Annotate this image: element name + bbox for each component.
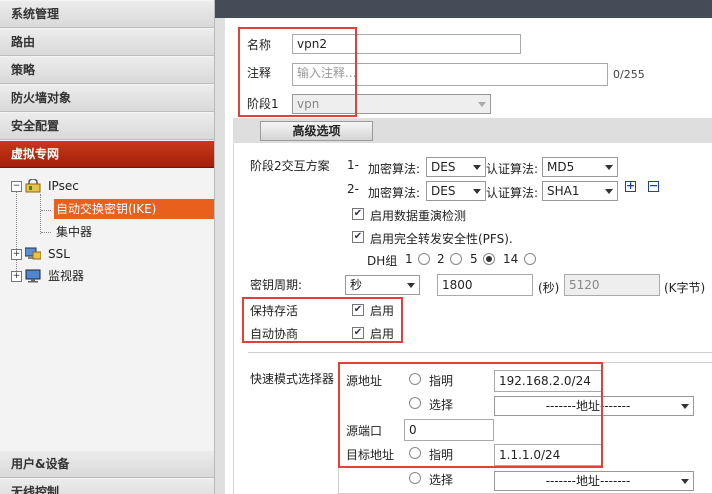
dropdown-arrow-icon <box>681 404 689 409</box>
tree-item-concentrator[interactable]: 集中器 <box>0 222 214 242</box>
menu-wireless-control[interactable]: 无线控制 <box>0 479 214 494</box>
tree-label-concentrator: 集中器 <box>56 225 93 239</box>
dropdown-arrow-icon <box>473 189 481 194</box>
add-proposal-icon[interactable]: + <box>625 180 636 192</box>
section-divider <box>248 352 712 353</box>
proposal-1-enc-value: DES <box>431 160 456 174</box>
dh-option-1-label: 1 <box>405 252 413 266</box>
dropdown-arrow-icon <box>605 189 613 194</box>
keylife-kbytes-input[interactable]: 5120 <box>564 274 660 296</box>
proposal-1-enc-label: 加密算法: <box>368 162 421 176</box>
splitter[interactable] <box>215 18 225 494</box>
quickmode-selector-label: 快速模式选择器 <box>250 372 335 386</box>
menu-user-device[interactable]: 用户&设备 <box>0 451 214 478</box>
highlight-box <box>238 27 357 117</box>
tree-label-ipsec: IPsec <box>48 179 79 193</box>
dst-addr-select-radio[interactable] <box>409 472 421 484</box>
ssl-icon <box>25 247 41 260</box>
dh-option-14-radio[interactable] <box>524 253 536 265</box>
remove-proposal-icon[interactable]: − <box>648 180 659 192</box>
dropdown-arrow-icon <box>473 165 481 170</box>
phase2-proposal-label: 阶段2交互方案 <box>250 159 330 173</box>
proposal-2-enc-label: 加密算法: <box>368 186 421 200</box>
proposal-1-number: 1- <box>347 158 359 172</box>
ipsec-icon <box>25 179 41 193</box>
top-bar <box>215 0 712 18</box>
menu-security-profiles[interactable]: 安全配置 <box>0 113 214 140</box>
tree-line <box>41 210 51 211</box>
highlight-box <box>242 297 403 343</box>
dst-addr-object-value: -------地址------- <box>545 474 631 488</box>
pfs-checkbox[interactable]: ✔ <box>352 231 364 243</box>
expand-icon[interactable]: + <box>11 249 22 260</box>
dh-option-14-label: 14 <box>503 252 519 266</box>
dh-option-2-radio[interactable] <box>450 253 462 265</box>
dh-option-2-label: 2 <box>437 252 445 266</box>
menu-vpn[interactable]: 虚拟专网 <box>0 141 214 168</box>
dh-option-1-radio[interactable] <box>418 253 430 265</box>
dh-option-5-label: 5 <box>470 252 478 266</box>
proposal-2-auth-select[interactable]: SHA1 <box>542 181 618 201</box>
seconds-unit-label: (秒) <box>538 281 560 295</box>
tree-item-monitor[interactable]: + 监视器 <box>0 266 214 286</box>
proposal-1-auth-select[interactable]: MD5 <box>542 157 618 177</box>
highlight-box <box>338 362 603 468</box>
comment-counter: 0/255 <box>613 68 645 81</box>
pfs-label: 启用完全转发安全性(PFS). <box>370 232 513 246</box>
keylife-unit-value: 秒 <box>350 278 363 292</box>
replay-detection-label: 启用数据重演检测 <box>370 209 467 223</box>
tree-item-ssl[interactable]: + SSL <box>0 244 214 264</box>
proposal-2-number: 2- <box>347 182 359 196</box>
sidebar: 系统管理 路由 策略 防火墙对象 安全配置 虚拟专网 − IPsec 自动交换密… <box>0 0 215 494</box>
advanced-options-button[interactable]: 高级选项 <box>260 121 373 141</box>
tree-label-monitor: 监视器 <box>48 269 85 283</box>
expand-icon[interactable]: + <box>11 271 22 282</box>
tree-label-ssl: SSL <box>48 247 70 261</box>
menu-policy[interactable]: 策略 <box>0 57 214 84</box>
proposal-2-enc-select[interactable]: DES <box>426 181 486 201</box>
menu-firewall-objects[interactable]: 防火墙对象 <box>0 85 214 112</box>
proposal-2-auth-label: 认证算法: <box>486 186 539 200</box>
keylife-unit-select[interactable]: 秒 <box>345 275 420 295</box>
keylife-label: 密钥周期: <box>250 278 303 292</box>
menu-system-admin[interactable]: 系统管理 <box>0 1 214 28</box>
dropdown-arrow-icon <box>407 283 415 288</box>
proposal-1-auth-label: 认证算法: <box>486 162 539 176</box>
proposal-1-auth-value: MD5 <box>547 160 575 174</box>
tree-label-ike: 自动交换密钥(IKE) <box>56 202 157 216</box>
dh-option-5-radio[interactable] <box>483 253 495 265</box>
dst-addr-select-label: 选择 <box>429 473 454 487</box>
proposal-2-enc-value: DES <box>431 184 456 198</box>
proposal-1-enc-select[interactable]: DES <box>426 157 486 177</box>
tree-item-ike[interactable]: 自动交换密钥(IKE) <box>54 199 214 219</box>
proposal-2-auth-value: SHA1 <box>547 184 580 198</box>
dropdown-arrow-icon <box>681 479 689 484</box>
dropdown-arrow-icon <box>478 102 486 107</box>
tree-item-ipsec[interactable]: − IPsec <box>0 176 214 196</box>
collapse-icon[interactable]: − <box>11 181 22 192</box>
dh-group-label: DH组 <box>367 254 398 268</box>
monitor-icon <box>25 269 41 283</box>
kbytes-unit-label: (K字节) <box>664 281 706 295</box>
keylife-seconds-input[interactable]: 1800 <box>437 274 533 296</box>
dropdown-arrow-icon <box>605 165 613 170</box>
replay-detection-checkbox[interactable]: ✔ <box>352 208 364 220</box>
dst-addr-object-select[interactable]: -------地址------- <box>494 471 694 491</box>
menu-router[interactable]: 路由 <box>0 29 214 56</box>
